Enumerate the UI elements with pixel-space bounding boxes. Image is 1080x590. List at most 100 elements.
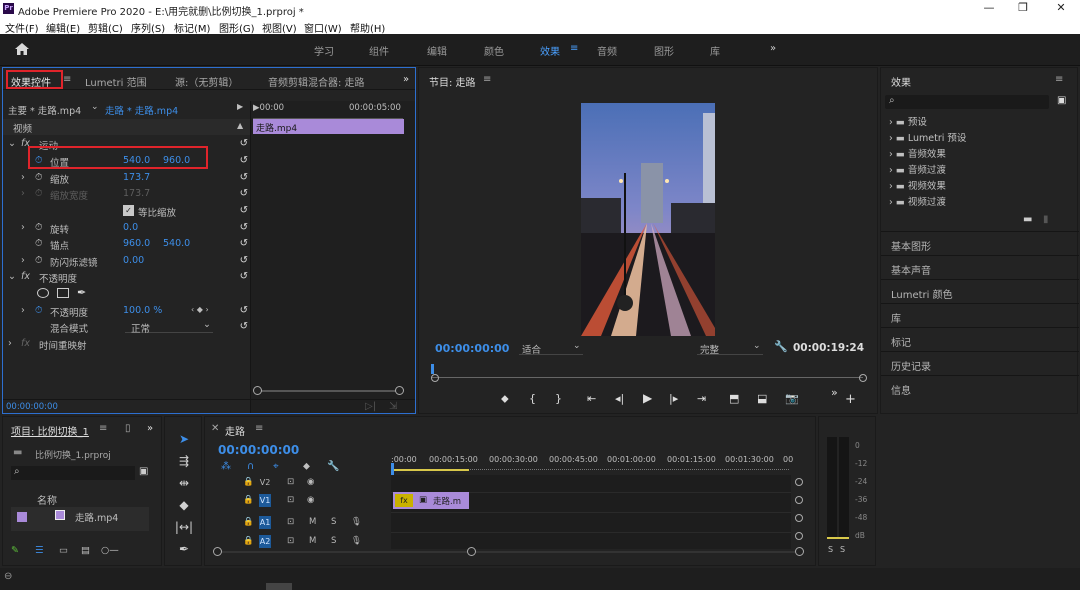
menu-marker[interactable]: 标记(M) [174,20,210,35]
disclosure-icon[interactable]: › [889,117,893,128]
section-libraries[interactable]: 库 [881,303,1079,327]
more-tabs-icon[interactable]: » [147,423,153,434]
reset-icon[interactable]: ↺ [240,238,248,249]
solo-icon[interactable]: S [331,517,336,527]
chevron-down-icon[interactable]: ⌄ [91,102,99,112]
work-area-bar[interactable] [393,469,469,471]
ec-scroll-handle-right[interactable] [395,386,404,395]
antiflicker-value[interactable]: 0.00 [123,255,144,266]
zoom-slider-icon[interactable]: ○— [101,545,119,556]
mark-in-icon[interactable]: { [529,392,536,405]
time-remap-row[interactable]: › fx 时间重映射 [3,336,250,352]
anchor-y-value[interactable]: 540.0 [163,238,190,249]
hscroll-handle-left[interactable] [213,547,222,556]
effects-tree-preset[interactable]: › ▬ 预设 [889,114,927,128]
effects-tree-audio-effects[interactable]: › ▬ 音频效果 [889,146,946,160]
rectangle-mask-icon[interactable] [57,288,69,298]
effects-tree-lumetri-preset[interactable]: › ▬ Lumetri 预设 [889,130,966,144]
workspace-menu-icon[interactable]: ≡ [570,43,578,54]
effects-tree-video-transitions[interactable]: › ▬ 视频过渡 [889,194,946,208]
sync-lock-icon[interactable]: ⊡ [287,477,294,487]
reset-icon[interactable]: ↺ [240,321,248,332]
track-lane-v2[interactable] [391,475,791,493]
menu-clip[interactable]: 剪辑(C) [88,20,123,35]
workspace-learn[interactable]: 学习 [314,43,334,58]
scroll-handle[interactable] [795,478,803,486]
track-lane-a2[interactable] [391,533,791,549]
disclosure-icon[interactable]: › [889,197,893,208]
freeform-view-icon[interactable]: ▤ [81,545,90,556]
workspace-color[interactable]: 颜色 [484,43,504,58]
anchor-row[interactable]: ⏱ 锚点 960.0 540.0 ↺ [3,236,250,252]
disclosure-icon[interactable]: › [8,338,12,349]
effects-tree-video-effects[interactable]: › ▬ 视频效果 [889,178,946,192]
lock-icon[interactable]: 🔒 [243,495,254,505]
project-tab[interactable]: 项目: 比例切换_1 [11,423,89,438]
ellipse-mask-icon[interactable] [37,288,49,298]
scale-value[interactable]: 173.7 [123,172,150,183]
find-icon[interactable]: ▣ [139,466,148,477]
reset-icon[interactable]: ↺ [240,255,248,266]
panel-menu-icon[interactable]: ≡ [483,74,491,85]
play-icon[interactable]: ▶ [643,391,652,405]
section-history[interactable]: 历史记录 [881,351,1079,375]
maximize-icon[interactable]: ❐ [1008,1,1038,17]
mute-icon[interactable]: M [309,517,316,527]
track-target-a1[interactable]: A1 [259,516,271,529]
reset-icon[interactable]: ↺ [240,205,248,216]
go-to-in-icon[interactable]: ⇤ [587,392,596,405]
disclosure-icon[interactable]: › [21,305,25,316]
tab-menu-icon[interactable]: ≡ [63,74,71,85]
add-marker-icon[interactable]: ⬥ [501,392,509,406]
eye-icon[interactable]: ◉ [307,477,314,487]
add-marker-icon[interactable]: ⬥ [303,461,310,472]
filter-icon[interactable]: ▷| [365,401,376,412]
reset-icon[interactable]: ↺ [240,188,248,199]
section-markers[interactable]: 标记 [881,327,1079,351]
status-icon[interactable]: ⊖ [4,571,12,582]
reset-icon[interactable]: ↺ [240,222,248,233]
section-info[interactable]: 信息 [881,375,1079,399]
stopwatch-icon[interactable]: ⏱ [35,172,42,183]
lock-icon[interactable]: 🔒 [243,536,254,546]
fx-icon[interactable]: fx [21,271,30,282]
more-workspaces-icon[interactable]: » [770,43,776,54]
scale-row[interactable]: › ⏱ 缩放 173.7 ↺ [3,170,250,186]
program-title[interactable]: 节目: 走路 [429,74,476,89]
microphone-icon[interactable]: 🎙 [351,517,362,527]
selection-tool-icon[interactable]: ➤ [174,432,194,450]
disclosure-icon[interactable]: › [21,172,25,183]
program-video-frame[interactable] [581,103,715,336]
workspace-editing[interactable]: 编辑 [427,43,447,58]
track-lane-a1[interactable] [391,513,791,533]
trash-icon[interactable]: ▮ [1043,214,1049,225]
menu-view[interactable]: 视图(V) [262,20,297,35]
effects-title[interactable]: 效果 [891,74,911,89]
scroll-handle[interactable] [795,532,803,540]
tab-source[interactable]: 源:（无剪辑） [175,74,238,89]
extract-icon[interactable]: ⬓ [757,392,767,405]
settings-wrench-icon[interactable]: 🔧 [327,461,339,472]
keyframe-nav-icon[interactable]: ‹ ◆ › [191,305,209,314]
zoom-handle-left[interactable] [431,374,439,382]
menu-help[interactable]: 帮助(H) [350,20,385,35]
lock-icon[interactable]: 🔒 [243,477,254,487]
ec-scroll-handle-left[interactable] [253,386,262,395]
section-lumetri-color[interactable]: Lumetri 颜色 [881,279,1079,303]
export-icon[interactable]: ⇲ [389,401,397,412]
source-clip-label[interactable]: 主要 * 走路.mp4 [8,103,81,117]
effects-tree-audio-transitions[interactable]: › ▬ 音频过渡 [889,162,946,176]
tab-audio-clip-mixer[interactable]: 音频剪辑混合器: 走路 [268,74,365,89]
sync-lock-icon[interactable]: ⊡ [287,536,294,546]
step-back-icon[interactable]: ◂| [615,392,624,405]
disclosure-icon[interactable]: › [889,165,893,176]
quality-select[interactable]: 完整 ⌄ [697,341,763,356]
panel-menu-icon[interactable]: ≡ [1055,74,1063,85]
timeline-tab[interactable]: 走路 [225,423,245,438]
track-select-tool-icon[interactable]: ⇶ [174,454,194,472]
track-target-a2[interactable]: A2 [259,535,271,548]
section-essential-sound[interactable]: 基本声音 [881,255,1079,279]
rotation-value[interactable]: 0.0 [123,222,138,233]
list-view-icon[interactable]: ☰ [35,545,44,556]
ripple-edit-tool-icon[interactable]: ⇹ [174,476,194,494]
